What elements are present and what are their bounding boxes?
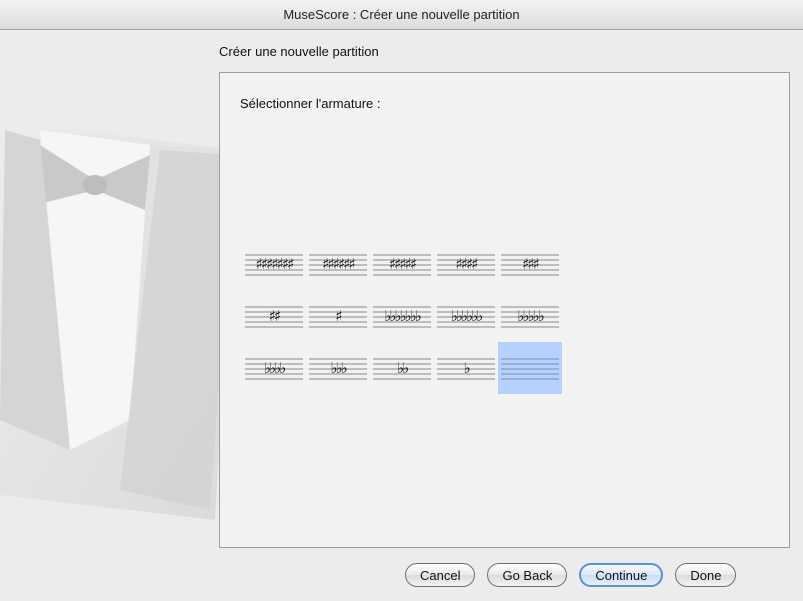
accidentals-glyph: ♭♭♭ (330, 359, 347, 377)
accidentals-glyph: ♯♯♯♯♯ (388, 255, 417, 273)
ks-5-sharps[interactable]: ♯♯♯♯♯ (370, 238, 434, 290)
keysig-grid: ♯♯♯♯♯♯♯ ♯♯♯♯♯♯ ♯♯♯♯♯ ♯♯♯♯ ♯♯♯ ♯♯ ♯ ♭♭♭♭♭… (242, 238, 562, 394)
accidentals-glyph: ♭♭♭♭♭ (517, 307, 544, 325)
ks-no-accidentals[interactable] (498, 342, 562, 394)
accidentals-glyph: ♯♯♯♯♯♯♯ (255, 255, 295, 273)
accidentals-glyph: ♭♭ (396, 359, 409, 377)
wizard-window: MuseScore : Créer une nouvelle partition… (0, 0, 803, 601)
accidentals-glyph: ♯♯ (268, 307, 282, 325)
ks-4-sharps[interactable]: ♯♯♯♯ (434, 238, 498, 290)
cancel-button[interactable]: Cancel (405, 563, 476, 587)
ks-1-flat[interactable]: ♭ (434, 342, 498, 394)
ks-7-flats[interactable]: ♭♭♭♭♭♭♭ (370, 290, 434, 342)
ks-3-flats[interactable]: ♭♭♭ (306, 342, 370, 394)
page-title: Créer une nouvelle partition (219, 44, 379, 59)
ks-7-sharps[interactable]: ♯♯♯♯♯♯♯ (242, 238, 306, 290)
ks-1-sharp[interactable]: ♯ (306, 290, 370, 342)
accidentals-glyph: ♭♭♭♭ (263, 359, 286, 377)
done-button[interactable]: Done (675, 563, 737, 587)
button-bar: Cancel Go Back Continue Done (405, 563, 737, 587)
ks-5-flats[interactable]: ♭♭♭♭♭ (498, 290, 562, 342)
ks-2-sharps[interactable]: ♯♯ (242, 290, 306, 342)
title-bar[interactable]: MuseScore : Créer une nouvelle partition (0, 0, 803, 30)
ks-2-flats[interactable]: ♭♭ (370, 342, 434, 394)
keysig-row-2: ♯♯ ♯ ♭♭♭♭♭♭♭ ♭♭♭♭♭♭ ♭♭♭♭♭ (242, 290, 562, 342)
accidentals-glyph (498, 351, 562, 385)
accidentals-glyph: ♯♯♯♯♯♯ (322, 255, 356, 273)
ks-6-sharps[interactable]: ♯♯♯♯♯♯ (306, 238, 370, 290)
keysig-panel: Sélectionner l'armature : ♯♯♯♯♯♯♯ ♯♯♯♯♯♯… (219, 72, 790, 548)
accidentals-glyph: ♭♭♭♭♭♭♭ (384, 307, 422, 325)
accidentals-glyph: ♯ (335, 307, 342, 325)
continue-button[interactable]: Continue (579, 563, 664, 587)
go-back-button[interactable]: Go Back (487, 563, 568, 587)
ks-4-flats[interactable]: ♭♭♭♭ (242, 342, 306, 394)
keysig-row-1: ♯♯♯♯♯♯♯ ♯♯♯♯♯♯ ♯♯♯♯♯ ♯♯♯♯ ♯♯♯ (242, 238, 562, 290)
window-title: MuseScore : Créer une nouvelle partition (283, 7, 520, 22)
keysig-row-3: ♭♭♭♭ ♭♭♭ ♭♭ ♭ (242, 342, 562, 394)
accidentals-glyph: ♯♯♯♯ (455, 255, 478, 273)
accidentals-glyph: ♭♭♭♭♭♭ (450, 307, 483, 325)
accidentals-glyph: ♯♯♯ (522, 255, 540, 273)
ks-6-flats[interactable]: ♭♭♭♭♭♭ (434, 290, 498, 342)
ks-3-sharps[interactable]: ♯♯♯ (498, 238, 562, 290)
keysig-prompt: Sélectionner l'armature : (240, 96, 381, 111)
accidentals-glyph: ♭ (463, 359, 470, 377)
